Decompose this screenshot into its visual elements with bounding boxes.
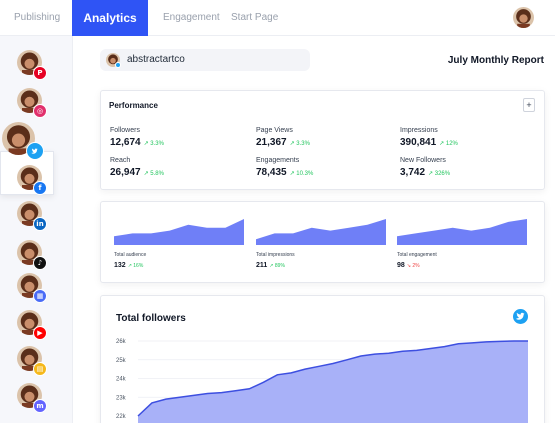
- google-business-icon: ▦: [33, 289, 47, 303]
- metric-label: Page Views: [256, 127, 293, 134]
- user-avatar[interactable]: [513, 7, 534, 28]
- sidebar-account-start-page[interactable]: ▤: [17, 346, 47, 376]
- summary-sparklines-card: Total audience 132 ↗ 16% Total impression…: [100, 201, 545, 283]
- start-page-icon: ▤: [33, 362, 47, 376]
- youtube-icon: ▶: [33, 326, 47, 340]
- instagram-icon: ◎: [33, 104, 47, 118]
- pinterest-icon: P: [33, 66, 47, 80]
- metric-value: 12,674: [110, 137, 141, 148]
- facebook-icon: f: [33, 181, 47, 195]
- total-followers-title: Total followers: [116, 313, 186, 324]
- followers-area: [138, 341, 528, 423]
- metric-change: ↗ 326%: [428, 171, 451, 177]
- sparkline-value: 132 ↗ 16%: [114, 262, 144, 269]
- tab-start-page[interactable]: Start Page: [231, 0, 278, 36]
- sidebar-account-tiktok[interactable]: ♪: [17, 240, 47, 270]
- tiktok-icon: ♪: [33, 256, 47, 270]
- avatar-image: [513, 7, 534, 28]
- twitter-badge-icon: [115, 62, 121, 68]
- sparkline-area: [114, 219, 244, 245]
- metric-label: Impressions: [400, 127, 438, 134]
- performance-card: Performance + Followers 12,674 ↗ 3.3% Pag…: [100, 90, 545, 190]
- metric-change: ↗ 3.3%: [143, 141, 164, 147]
- audience-sparkline: [114, 219, 244, 245]
- account-name: abstractartco: [127, 54, 185, 65]
- total-followers-card: 26k 25k 24k 23k 22k Total followers: [100, 295, 545, 423]
- sidebar-account-youtube[interactable]: ▶: [17, 310, 47, 340]
- sparkline-label: Total audience: [114, 252, 147, 258]
- metric-impressions: Impressions 390,841 ↗ 12%: [400, 127, 458, 148]
- sidebar-account-twitter[interactable]: [2, 122, 44, 160]
- metric-value: 26,947: [110, 167, 141, 178]
- metric-page-views: Page Views 21,367 ↗ 3.3%: [256, 127, 310, 148]
- metric-label: New Followers: [400, 157, 446, 164]
- sidebar-account-instagram[interactable]: ◎: [17, 88, 47, 118]
- sidebar-account-linkedin[interactable]: in: [17, 201, 47, 231]
- report-title: July Monthly Report: [447, 55, 544, 66]
- y-axis-tick-label: 22k: [116, 414, 127, 420]
- sparkline-label: Total engagement: [397, 252, 437, 258]
- metric-value: 78,435: [256, 167, 287, 178]
- metric-label: Reach: [110, 157, 131, 164]
- metric-change: ↗ 10.3%: [289, 171, 314, 177]
- metric-label: Engagements: [256, 157, 300, 164]
- impressions-sparkline: [256, 219, 386, 245]
- metric-label: Followers: [110, 127, 140, 134]
- sparkline-value: 211 ↗ 89%: [256, 262, 285, 269]
- metric-reach: Reach 26,947 ↗ 5.8%: [110, 157, 164, 178]
- top-navigation: Publishing Analytics Engagement Start Pa…: [0, 0, 555, 36]
- accounts-sidebar: P ◎ f in ♪ ▦ ▶ ▤ m: [0, 36, 73, 423]
- account-selector[interactable]: abstractartco: [100, 49, 310, 71]
- tab-publishing[interactable]: Publishing: [14, 0, 60, 36]
- sparkline-area: [397, 219, 527, 245]
- metric-change: ↗ 5.8%: [143, 171, 164, 177]
- metric-engagements: Engagements 78,435 ↗ 10.3%: [256, 157, 313, 178]
- mastodon-icon: m: [33, 399, 47, 413]
- tab-analytics[interactable]: Analytics: [72, 0, 148, 36]
- metric-value: 390,841: [400, 137, 437, 148]
- y-axis-tick-label: 26k: [116, 339, 127, 345]
- sidebar-account-facebook[interactable]: f: [17, 165, 47, 195]
- engagement-sparkline: [397, 219, 527, 245]
- y-axis-tick-label: 25k: [116, 358, 127, 364]
- sparkline-area: [256, 219, 386, 245]
- sidebar-account-google-business[interactable]: ▦: [17, 273, 47, 303]
- metric-new-followers: New Followers 3,742 ↗ 326%: [400, 157, 450, 178]
- twitter-icon[interactable]: [513, 309, 528, 324]
- sparkline-value: 98 ↘ 2%: [397, 262, 420, 269]
- y-axis-tick-label: 24k: [116, 377, 127, 383]
- y-axis-tick-label: 23k: [116, 395, 127, 401]
- metric-change: ↗ 3.3%: [289, 141, 310, 147]
- performance-title: Performance: [109, 101, 158, 110]
- metric-followers: Followers 12,674 ↗ 3.3%: [110, 127, 164, 148]
- linkedin-icon: in: [33, 217, 47, 231]
- sidebar-account-pinterest[interactable]: P: [17, 50, 47, 80]
- add-metric-button[interactable]: +: [523, 98, 535, 112]
- metric-value: 3,742: [400, 167, 426, 178]
- sidebar-account-mastodon[interactable]: m: [17, 383, 47, 413]
- twitter-icon: [26, 142, 44, 160]
- metric-value: 21,367: [256, 137, 287, 148]
- metric-change: ↗ 12%: [439, 141, 458, 147]
- sparkline-label: Total impressions: [256, 252, 295, 258]
- tab-engagement[interactable]: Engagement: [163, 0, 220, 36]
